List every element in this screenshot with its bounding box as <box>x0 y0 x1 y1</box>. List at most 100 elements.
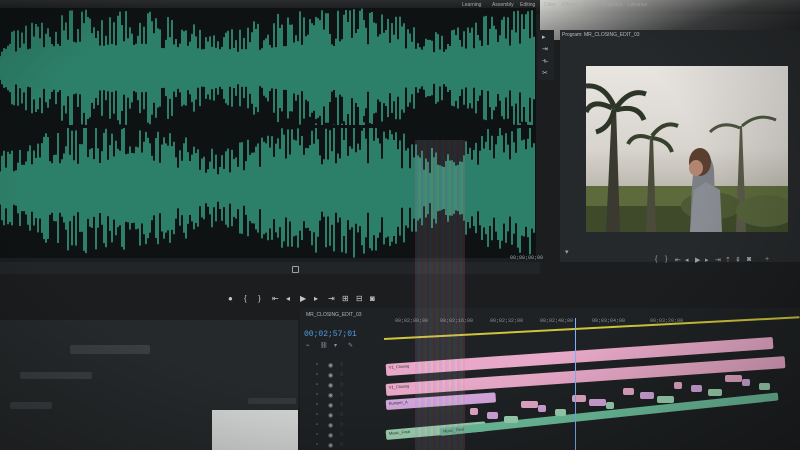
eye-icon[interactable]: ◉ <box>328 422 333 429</box>
track-header[interactable]: ▫ ◉ ◌ <box>316 372 384 382</box>
edit-clip[interactable] <box>487 411 498 419</box>
lock-icon[interactable]: ▫ <box>316 382 318 388</box>
linked-selection-icon[interactable]: ⛓ <box>320 342 328 349</box>
edit-clip[interactable] <box>725 375 742 382</box>
export-frame-icon[interactable]: ◙ <box>370 294 375 303</box>
track-header[interactable]: ▫ ◉ ◌ <box>316 442 384 450</box>
eye-icon[interactable]: ◉ <box>328 362 333 369</box>
edit-clip[interactable] <box>674 381 682 389</box>
edit-clip[interactable] <box>504 415 518 423</box>
program-lift-icon[interactable]: ⇡ <box>725 256 731 264</box>
go-to-in-icon[interactable]: ⇤ <box>272 294 279 303</box>
track-header[interactable]: ▫ ◉ ◌ <box>316 432 384 442</box>
edit-clip[interactable] <box>759 382 770 390</box>
eye-icon[interactable]: ◉ <box>328 432 333 439</box>
eye-icon[interactable]: ◉ <box>328 372 333 379</box>
eye-icon[interactable]: ◉ <box>328 412 333 419</box>
track-header[interactable]: ▫ ◉ ◌ <box>316 412 384 422</box>
tab-libraries[interactable]: Libraries <box>628 2 647 8</box>
program-marker-icon[interactable]: ▾ <box>565 248 569 256</box>
eye-icon[interactable]: ◉ <box>328 382 333 389</box>
track-header[interactable]: ▫ ◉ ◌ <box>316 362 384 372</box>
edit-clip[interactable] <box>691 385 702 393</box>
program-step-back-icon[interactable]: ◂ <box>685 256 689 264</box>
overwrite-icon[interactable]: ⊟ <box>356 294 363 303</box>
mute-icon[interactable]: ◌ <box>340 372 344 378</box>
source-monitor-waveform[interactable] <box>0 8 536 258</box>
in-point-icon[interactable]: { <box>244 294 247 303</box>
program-monitor-title[interactable]: Program: MR_CLOSING_EDIT_03 <box>562 32 640 38</box>
eye-icon[interactable]: ◉ <box>328 442 333 449</box>
insert-icon[interactable]: ⊞ <box>342 294 349 303</box>
eye-icon[interactable]: ◉ <box>328 402 333 409</box>
program-go-out-icon[interactable]: ⇥ <box>715 256 721 264</box>
program-video-frame[interactable] <box>586 66 788 232</box>
track-header[interactable]: ▫ ◉ ◌ <box>316 382 384 392</box>
mute-icon[interactable]: ◌ <box>340 362 344 368</box>
mute-icon[interactable]: ◌ <box>340 382 344 388</box>
edit-clip[interactable] <box>742 378 750 386</box>
mute-icon[interactable]: ◌ <box>340 442 344 448</box>
lock-icon[interactable]: ▫ <box>316 392 318 398</box>
tab-audio[interactable]: Audio <box>584 2 597 8</box>
mute-icon[interactable]: ◌ <box>340 402 344 408</box>
program-go-in-icon[interactable]: ⇤ <box>675 256 681 264</box>
sequence-tab[interactable]: MR_CLOSING_EDIT_03 <box>306 312 362 318</box>
edit-clip[interactable] <box>521 401 538 409</box>
out-point-icon[interactable]: } <box>258 294 261 303</box>
program-out-point-icon[interactable]: } <box>665 256 667 263</box>
lock-icon[interactable]: ▫ <box>316 362 318 368</box>
edit-clip[interactable] <box>470 408 478 415</box>
lock-icon[interactable]: ▫ <box>316 402 318 408</box>
track-select-icon[interactable]: ⇥ <box>542 46 549 53</box>
lock-icon[interactable]: ▫ <box>316 422 318 428</box>
add-marker-icon[interactable]: ▾ <box>334 342 337 349</box>
tab-color[interactable]: Color <box>544 2 556 8</box>
edit-clip[interactable] <box>555 409 566 416</box>
razor-tool-icon[interactable]: ✂ <box>542 70 549 77</box>
mute-icon[interactable]: ◌ <box>340 422 344 428</box>
play-icon[interactable]: ▶ <box>300 294 306 303</box>
lock-icon[interactable]: ▫ <box>316 432 318 438</box>
program-play-icon[interactable]: ▶ <box>695 256 700 264</box>
edit-clip[interactable] <box>623 388 634 396</box>
track-header[interactable]: ▫ ◉ ◌ <box>316 402 384 412</box>
project-thumbnail[interactable] <box>212 410 298 450</box>
edit-clip[interactable] <box>589 398 606 406</box>
program-step-forward-icon[interactable]: ▸ <box>705 256 709 264</box>
tab-effects[interactable]: Effects <box>562 2 577 8</box>
snap-icon[interactable]: ⌁ <box>306 342 310 349</box>
project-bin-row[interactable] <box>10 402 52 409</box>
project-bin-row[interactable] <box>20 372 92 379</box>
edit-clip[interactable] <box>708 389 722 397</box>
go-to-out-icon[interactable]: ⇥ <box>328 294 335 303</box>
timeline-timecode[interactable]: 00;02;57;01 <box>304 330 357 339</box>
edit-clip[interactable] <box>640 392 654 399</box>
mute-icon[interactable]: ◌ <box>340 412 344 418</box>
lock-icon[interactable]: ▫ <box>316 372 318 378</box>
tab-graphics[interactable]: Graphics <box>602 2 622 8</box>
lock-icon[interactable]: ▫ <box>316 442 318 448</box>
source-scrollbar[interactable] <box>0 262 540 274</box>
marker-icon[interactable]: ● <box>228 294 233 303</box>
eye-icon[interactable]: ◉ <box>328 392 333 399</box>
track-header[interactable]: ▫ ◉ ◌ <box>316 422 384 432</box>
program-add-button[interactable]: + <box>765 256 769 263</box>
wrench-icon[interactable]: ✎ <box>348 342 353 349</box>
step-forward-icon[interactable]: ▸ <box>314 294 318 303</box>
edit-clip[interactable] <box>538 405 546 413</box>
program-extract-icon[interactable]: ⇞ <box>735 256 741 264</box>
playhead[interactable] <box>575 318 576 450</box>
track-header[interactable]: ▫ ◉ ◌ <box>316 392 384 402</box>
mute-icon[interactable]: ◌ <box>340 392 344 398</box>
selection-tool-icon[interactable]: ▸ <box>542 34 549 41</box>
program-export-frame-icon[interactable]: ◙ <box>747 256 751 263</box>
edit-clip[interactable] <box>657 395 674 403</box>
lock-icon[interactable]: ▫ <box>316 412 318 418</box>
step-back-icon[interactable]: ◂ <box>286 294 290 303</box>
ripple-edit-icon[interactable]: ⟛ <box>542 58 549 65</box>
program-in-point-icon[interactable]: { <box>655 256 657 263</box>
mute-icon[interactable]: ◌ <box>340 432 344 438</box>
project-search-field[interactable] <box>70 345 150 354</box>
scroll-handle[interactable] <box>292 266 299 273</box>
